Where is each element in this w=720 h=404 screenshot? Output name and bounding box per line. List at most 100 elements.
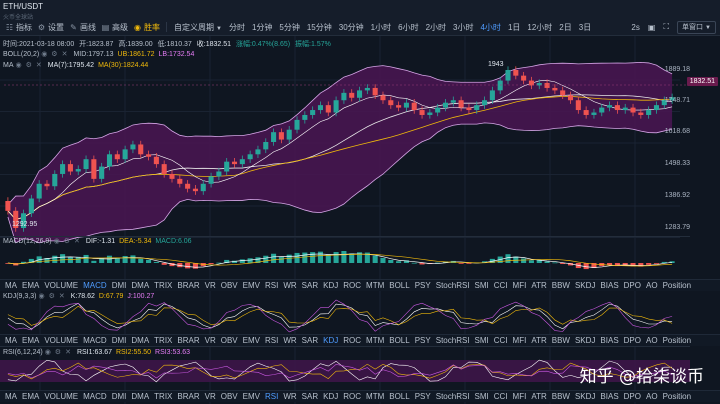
indicator-tab-psy[interactable]: PSY — [415, 336, 431, 345]
indicator-tab-obv[interactable]: OBV — [221, 336, 238, 345]
indicator-tab-boll[interactable]: BOLL — [389, 281, 409, 290]
indicator-tab-mtm[interactable]: MTM — [366, 336, 384, 345]
indicator-tab-stochrsi[interactable]: StochRSI — [436, 281, 470, 290]
indicator-tab-macd[interactable]: MACD — [83, 336, 107, 345]
indicator-tab-rsi[interactable]: RSI — [265, 336, 278, 345]
indicator-tab-volume[interactable]: VOLUME — [44, 392, 78, 401]
indicator-tab-macd[interactable]: MACD — [83, 392, 107, 401]
indicator-tab-ma[interactable]: MA — [5, 336, 17, 345]
indicator-tab-sar[interactable]: SAR — [302, 392, 318, 401]
indicator-tab-emv[interactable]: EMV — [243, 392, 260, 401]
eye-icon[interactable]: ◉ — [38, 292, 44, 300]
indicator-tab-skdj[interactable]: SKDJ — [575, 336, 595, 345]
indicator-tab-skdj[interactable]: SKDJ — [575, 392, 595, 401]
close-icon[interactable]: ✕ — [65, 348, 71, 356]
indicator-tab-kdj[interactable]: KDJ — [323, 392, 338, 401]
indicator-tab-mtm[interactable]: MTM — [366, 281, 384, 290]
indicator-tab-position[interactable]: Position — [663, 336, 691, 345]
indicator-tab-kdj[interactable]: KDJ — [323, 336, 338, 345]
timeframe-4[interactable]: 30分钟 — [339, 22, 364, 33]
gear-icon[interactable]: ⚙ — [51, 50, 57, 58]
indicator-tab-dma[interactable]: DMA — [131, 392, 149, 401]
indicator-tab-trix[interactable]: TRIX — [154, 336, 172, 345]
indicator-tab-dmi[interactable]: DMI — [112, 392, 127, 401]
indicator-tab-ema[interactable]: EMA — [22, 392, 39, 401]
timeframe-5[interactable]: 1小时 — [371, 22, 391, 33]
indicator-tab-skdj[interactable]: SKDJ — [575, 281, 595, 290]
close-icon[interactable]: ✕ — [36, 61, 42, 69]
timeframe-9[interactable]: 4小时 — [480, 22, 500, 33]
indicator-tab-atr[interactable]: ATR — [531, 281, 546, 290]
layout-select[interactable]: 单窗口 ▼ — [677, 20, 716, 34]
indicator-tab-atr[interactable]: ATR — [531, 336, 546, 345]
timeframe-2[interactable]: 5分钟 — [279, 22, 299, 33]
indicator-tab-dmi[interactable]: DMI — [112, 336, 127, 345]
indicator-tab-boll[interactable]: BOLL — [389, 392, 409, 401]
indicator-tab-trix[interactable]: TRIX — [154, 392, 172, 401]
fullscreen-icon[interactable]: ⛶ — [663, 22, 669, 32]
indicator-tab-sar[interactable]: SAR — [302, 336, 318, 345]
indicator-tab-rsi[interactable]: RSI — [265, 392, 278, 401]
indicator-tab-dpo[interactable]: DPO — [624, 392, 641, 401]
gear-icon[interactable]: ⚙ — [26, 61, 32, 69]
timeframe-12[interactable]: 2日 — [559, 22, 571, 33]
indicator-tab-roc[interactable]: ROC — [343, 281, 361, 290]
eye-icon[interactable]: ◉ — [41, 50, 47, 58]
indicator-tab-brar[interactable]: BRAR — [177, 281, 199, 290]
indicator-tab-bbw[interactable]: BBW — [552, 392, 570, 401]
indicator-tab-mfi[interactable]: MFI — [513, 392, 527, 401]
indicator-tab-kdj[interactable]: KDJ — [323, 281, 338, 290]
gear-icon[interactable]: ⚙ — [55, 348, 61, 356]
indicator-tab-bias[interactable]: BIAS — [600, 392, 618, 401]
pair-label[interactable]: ETH/USDT — [3, 2, 43, 11]
indicator-tab-roc[interactable]: ROC — [343, 392, 361, 401]
indicator-tab-volume[interactable]: VOLUME — [44, 336, 78, 345]
advanced-button[interactable]: ▤ 高级 — [101, 22, 128, 33]
draw-line-button[interactable]: ✎ 画线 — [69, 22, 96, 33]
indicator-tab-bias[interactable]: BIAS — [600, 336, 618, 345]
indicator-tab-ema[interactable]: EMA — [22, 336, 39, 345]
indicator-tab-ao[interactable]: AO — [646, 281, 658, 290]
indicator-tab-dpo[interactable]: DPO — [624, 336, 641, 345]
close-icon[interactable]: ✕ — [62, 50, 68, 58]
eye-icon[interactable]: ◉ — [54, 237, 60, 245]
indicator-tab-macd[interactable]: MACD — [83, 281, 107, 290]
indicator-tab-obv[interactable]: OBV — [221, 281, 238, 290]
close-icon[interactable]: ✕ — [59, 292, 65, 300]
timeframe-8[interactable]: 3小时 — [453, 22, 473, 33]
indicator-tab-brar[interactable]: BRAR — [177, 392, 199, 401]
indicator-tab-vr[interactable]: VR — [205, 392, 216, 401]
indicator-tab-mfi[interactable]: MFI — [513, 281, 527, 290]
timeframe-3[interactable]: 15分钟 — [307, 22, 332, 33]
indicator-tab-rsi[interactable]: RSI — [265, 281, 278, 290]
indicator-tab-smi[interactable]: SMI — [475, 336, 489, 345]
indicator-tab-bias[interactable]: BIAS — [600, 281, 618, 290]
timeframe-13[interactable]: 3日 — [579, 22, 591, 33]
eye-icon[interactable]: ◉ — [16, 61, 22, 69]
indicator-tab-ma[interactable]: MA — [5, 392, 17, 401]
indicator-tab-mtm[interactable]: MTM — [366, 392, 384, 401]
indicator-tab-smi[interactable]: SMI — [475, 281, 489, 290]
indicator-tab-trix[interactable]: TRIX — [154, 281, 172, 290]
camera-icon[interactable]: ▣ — [648, 23, 656, 32]
indicator-tab-bbw[interactable]: BBW — [552, 336, 570, 345]
timeframe-6[interactable]: 6小时 — [398, 22, 418, 33]
indicator-tab-stochrsi[interactable]: StochRSI — [436, 392, 470, 401]
indicator-tab-roc[interactable]: ROC — [343, 336, 361, 345]
indicator-tab-position[interactable]: Position — [663, 392, 691, 401]
indicator-tab-volume[interactable]: VOLUME — [44, 281, 78, 290]
indicator-tab-dpo[interactable]: DPO — [624, 281, 641, 290]
indicator-tab-wr[interactable]: WR — [283, 336, 296, 345]
indicator-tab-dmi[interactable]: DMI — [112, 281, 127, 290]
indicator-tab-psy[interactable]: PSY — [415, 281, 431, 290]
indicator-tab-position[interactable]: Position — [663, 281, 691, 290]
indicator-tab-emv[interactable]: EMV — [243, 336, 260, 345]
indicator-tab-obv[interactable]: OBV — [221, 392, 238, 401]
indicator-tab-atr[interactable]: ATR — [531, 392, 546, 401]
indicator-tab-mfi[interactable]: MFI — [513, 336, 527, 345]
indicator-tab-cci[interactable]: CCI — [494, 336, 508, 345]
indicator-tab-ao[interactable]: AO — [646, 392, 658, 401]
indicator-tab-boll[interactable]: BOLL — [389, 336, 409, 345]
indicator-tab-smi[interactable]: SMI — [475, 392, 489, 401]
indicator-tab-wr[interactable]: WR — [283, 392, 296, 401]
